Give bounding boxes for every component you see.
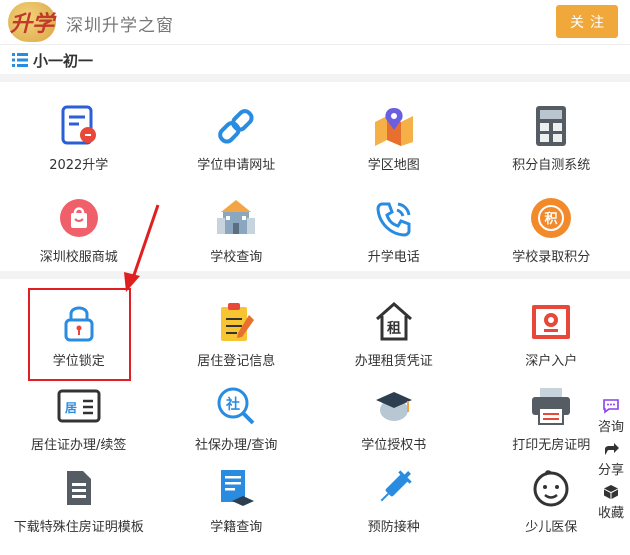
social-security-search-icon: 社 <box>217 387 255 425</box>
grid-item-housing-template[interactable]: 下载特殊住房证明模板 <box>0 450 158 542</box>
vaccine-icon <box>380 470 412 502</box>
favorite-label: 收藏 <box>597 506 624 521</box>
certificate-icon <box>532 305 571 339</box>
grid-item-label: 学位申请网址 <box>197 158 276 173</box>
points-badge-char: 积 <box>545 211 558 227</box>
shopping-bag-icon <box>59 199 98 237</box>
grid-item-admission-points[interactable]: 积 学校录取积分 <box>473 180 630 272</box>
grid-item-residence-registration[interactable]: 居住登记信息 <box>158 284 316 376</box>
grid-item-label: 升学电话 <box>367 250 420 265</box>
points-badge-icon: 积 <box>531 198 572 238</box>
divider <box>0 271 630 279</box>
grid-item-label: 预防接种 <box>367 520 420 535</box>
grid-item-student-record[interactable]: 学籍查询 <box>158 450 316 542</box>
consult-button[interactable]: 咨询 <box>598 398 624 435</box>
grid-item-district-map[interactable]: 学区地图 <box>315 88 473 180</box>
service-grid-top: 2022升学 学位申请网址 学区地图 积分自测系统 深圳校服商城 学校查询 升学… <box>0 88 630 272</box>
rent-badge-char: 租 <box>387 320 401 337</box>
floating-action-bar: 咨询 分享 收藏 <box>592 398 630 527</box>
grid-item-degree-authorization[interactable]: 学位授权书 <box>315 368 473 460</box>
chat-icon <box>603 399 619 414</box>
section-heading: 小一初一 <box>12 49 93 71</box>
grid-item-label: 深户入户 <box>525 354 578 369</box>
grid-item-admission-phone[interactable]: 升学电话 <box>315 180 473 272</box>
grid-item-uniform-mall[interactable]: 深圳校服商城 <box>0 180 158 272</box>
follow-button[interactable]: 关注 <box>556 5 618 38</box>
list-icon <box>12 53 28 67</box>
grid-item-residence-permit[interactable]: 居 居住证办理/续签 <box>0 368 158 460</box>
grid-item-label: 学校查询 <box>210 250 263 265</box>
share-button[interactable]: 分享 <box>598 441 624 478</box>
calculator-icon <box>536 106 567 146</box>
share-label: 分享 <box>597 463 624 478</box>
printer-icon <box>532 388 571 425</box>
grid-item-label: 学校录取积分 <box>512 250 591 265</box>
clipboard-pencil-icon <box>221 303 255 341</box>
grid-item-vaccination[interactable]: 预防接种 <box>315 450 473 542</box>
site-logo[interactable]: 升学 <box>8 2 56 42</box>
graduation-cap-icon <box>375 392 412 421</box>
grid-item-social-security[interactable]: 社 社保办理/查询 <box>158 368 316 460</box>
grid-item-label: 办理租赁凭证 <box>354 354 433 369</box>
site-title: 深圳升学之窗 <box>66 16 174 36</box>
grid-item-label: 深圳校服商城 <box>39 250 118 265</box>
phone-icon <box>376 202 411 237</box>
grid-item-school-search[interactable]: 学校查询 <box>158 180 316 272</box>
divider <box>0 74 630 82</box>
grid-item-label: 下载特殊住房证明模板 <box>13 520 144 535</box>
document-icon <box>61 105 96 145</box>
grid-item-label: 学区地图 <box>367 158 420 173</box>
student-record-icon <box>221 470 255 506</box>
grid-item-points-calculator[interactable]: 积分自测系统 <box>473 88 630 180</box>
grid-item-label: 少儿医保 <box>525 520 578 535</box>
grid-item-label: 居住登记信息 <box>197 354 276 369</box>
grid-item-rental-certificate[interactable]: 租 办理租赁凭证 <box>315 284 473 376</box>
grid-item-label: 2022升学 <box>49 158 109 173</box>
share-icon <box>604 443 619 455</box>
map-pin-icon <box>374 108 413 146</box>
grid-item-application-url[interactable]: 学位申请网址 <box>158 88 316 180</box>
social-badge-char: 社 <box>225 396 240 413</box>
highlight-box <box>28 288 131 381</box>
grid-item-label: 积分自测系统 <box>512 158 591 173</box>
link-icon <box>218 109 254 144</box>
school-building-icon <box>217 200 256 234</box>
file-template-icon <box>66 471 91 505</box>
grid-item-label: 学籍查询 <box>210 520 263 535</box>
top-bar: 升学 深圳升学之窗 关注 <box>0 0 630 45</box>
residence-badge-char: 居 <box>65 401 77 415</box>
section-title: 小一初一 <box>33 51 94 70</box>
child-face-icon <box>533 470 569 507</box>
logo-text: 升学 <box>9 11 54 37</box>
grid-item-shenzhen-hukou[interactable]: 深户入户 <box>473 284 630 376</box>
cube-icon <box>603 485 618 499</box>
consult-label: 咨询 <box>597 420 624 435</box>
residence-card-icon: 居 <box>57 389 101 423</box>
rent-house-icon: 租 <box>375 301 412 341</box>
favorite-button[interactable]: 收藏 <box>598 484 624 521</box>
grid-item-2022-admission[interactable]: 2022升学 <box>0 88 158 180</box>
